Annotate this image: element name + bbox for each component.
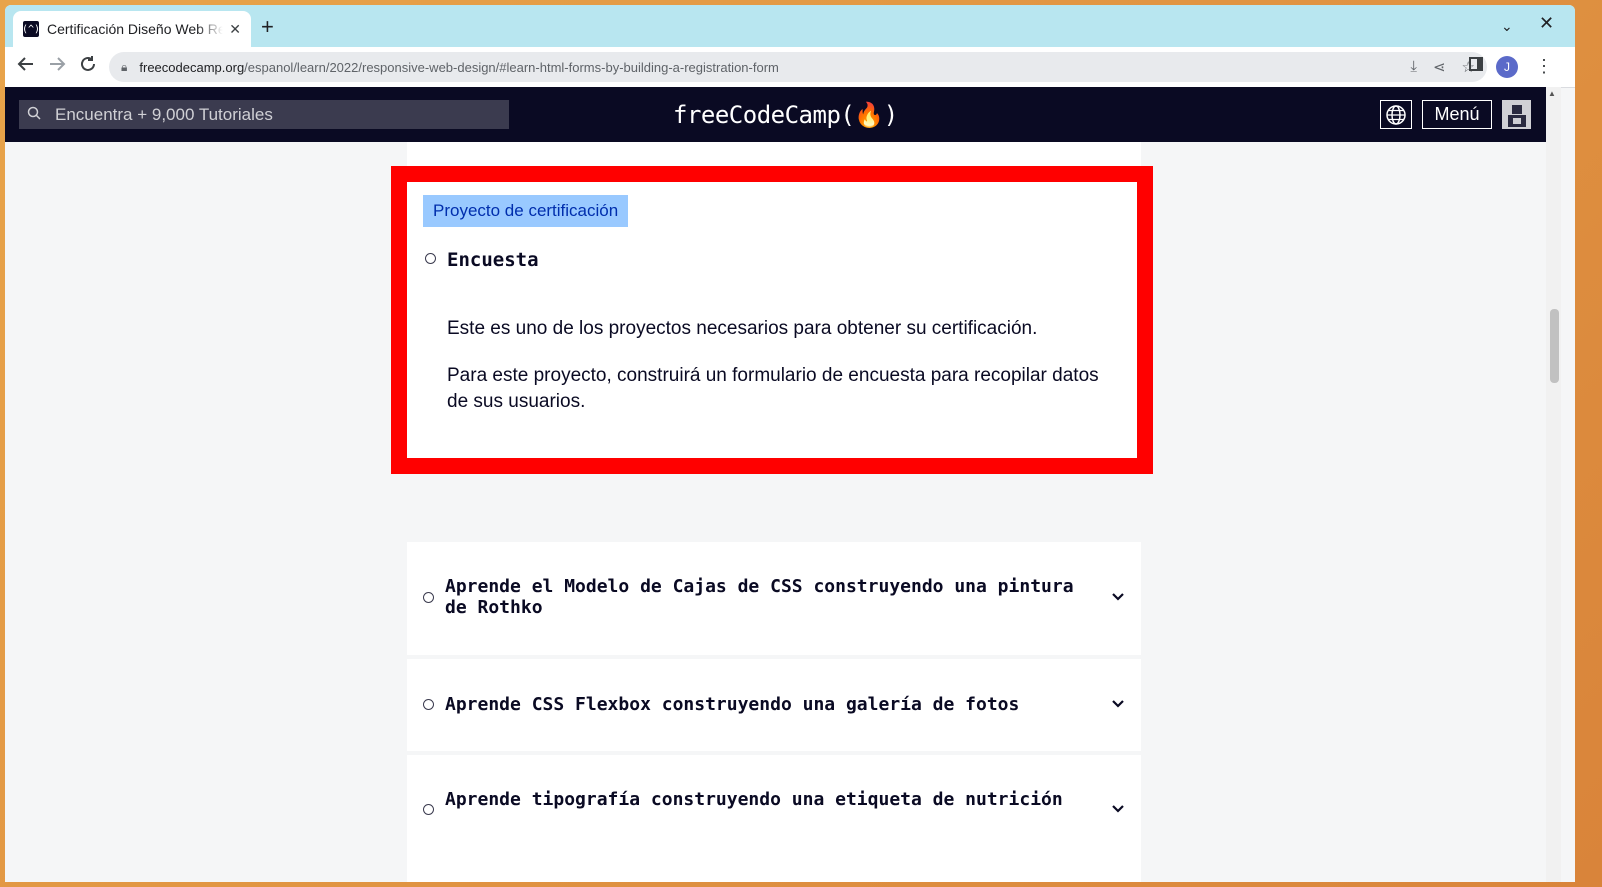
new-tab-button[interactable]: + xyxy=(261,16,274,38)
tab-close-icon[interactable]: ✕ xyxy=(229,21,241,38)
side-panel-icon[interactable] xyxy=(1469,57,1483,71)
completion-status-icon xyxy=(423,804,434,815)
scroll-up-arrow-icon[interactable]: ▲ xyxy=(1548,89,1556,98)
cert-project-description: Este es uno de los proyectos necesarios … xyxy=(447,318,1038,339)
search-placeholder: Encuentra + 9,000 Tutoriales xyxy=(55,104,273,124)
reload-icon[interactable] xyxy=(79,55,97,78)
chevron-down-icon xyxy=(1112,593,1124,601)
share-icon[interactable]: ⋖ xyxy=(1433,58,1446,76)
url-text: freecodecamp.org/espanol/learn/2022/resp… xyxy=(139,59,779,75)
window-close-icon[interactable]: ✕ xyxy=(1539,13,1554,34)
block-rothko[interactable]: Aprende el Modelo de Cajas de CSS constr… xyxy=(407,542,1141,655)
site-header: Encuentra + 9,000 Tutoriales freeCodeCam… xyxy=(5,87,1546,142)
browser-window: (^) Certificación Diseño Web Responsivo … xyxy=(5,5,1575,882)
cert-project-title[interactable]: Encuesta xyxy=(447,249,539,271)
page-scrollbar[interactable]: ▲ xyxy=(1546,87,1561,882)
block-nutrition[interactable]: Aprende tipografía construyendo una etiq… xyxy=(407,755,1141,882)
cert-project-card: Proyecto de certificación Encuesta Este … xyxy=(407,182,1137,458)
globe-icon xyxy=(1386,104,1406,125)
tab-title: Certificación Diseño Web Responsivo xyxy=(47,21,224,37)
block-title: Aprende el Modelo de Cajas de CSS constr… xyxy=(445,576,1074,618)
chevron-down-icon xyxy=(1112,805,1124,813)
lock-icon[interactable]: 🔒︎ xyxy=(121,60,127,75)
completion-status-icon xyxy=(425,253,436,264)
cert-project-description: Para este proyecto, construirá un formul… xyxy=(447,365,1099,412)
forward-icon[interactable] xyxy=(48,55,66,78)
search-input[interactable]: Encuentra + 9,000 Tutoriales xyxy=(19,100,509,129)
completion-status-icon xyxy=(423,592,434,603)
chevron-down-icon xyxy=(1112,700,1124,708)
block-title: Aprende tipografía construyendo una etiq… xyxy=(445,789,1063,810)
browser-tab[interactable]: (^) Certificación Diseño Web Responsivo … xyxy=(13,11,251,47)
main-content: Proyecto de certificación Encuesta Este … xyxy=(5,142,1546,882)
browser-toolbar: 🔒︎ freecodecamp.org/espanol/learn/2022/r… xyxy=(5,47,1575,88)
address-bar[interactable]: 🔒︎ freecodecamp.org/espanol/learn/2022/r… xyxy=(109,52,1487,82)
kebab-menu-icon[interactable]: ⋮ xyxy=(1535,56,1553,77)
search-icon xyxy=(27,106,41,123)
highlight-frame: Proyecto de certificación Encuesta Este … xyxy=(391,166,1153,474)
completion-status-icon xyxy=(423,699,434,710)
freecodecamp-favicon-icon: (^) xyxy=(22,21,40,37)
language-button[interactable] xyxy=(1380,100,1412,129)
profile-avatar[interactable]: J xyxy=(1496,56,1518,78)
block-title: Aprende CSS Flexbox construyendo una gal… xyxy=(445,694,1020,715)
back-icon[interactable] xyxy=(17,55,35,78)
cert-project-badge: Proyecto de certificación xyxy=(423,195,629,227)
block-flexbox[interactable]: Aprende CSS Flexbox construyendo una gal… xyxy=(407,659,1141,751)
install-icon[interactable]: ⤓ xyxy=(1410,58,1417,76)
tab-search-chevron-icon[interactable]: ⌄ xyxy=(1501,18,1513,35)
freecodecamp-logo[interactable]: freeCodeCamp(🔥) xyxy=(673,101,898,129)
user-avatar[interactable] xyxy=(1502,100,1531,129)
menu-button[interactable]: Menú xyxy=(1422,100,1492,129)
tab-strip: (^) Certificación Diseño Web Responsivo … xyxy=(5,5,1575,47)
scroll-thumb[interactable] xyxy=(1550,309,1559,383)
